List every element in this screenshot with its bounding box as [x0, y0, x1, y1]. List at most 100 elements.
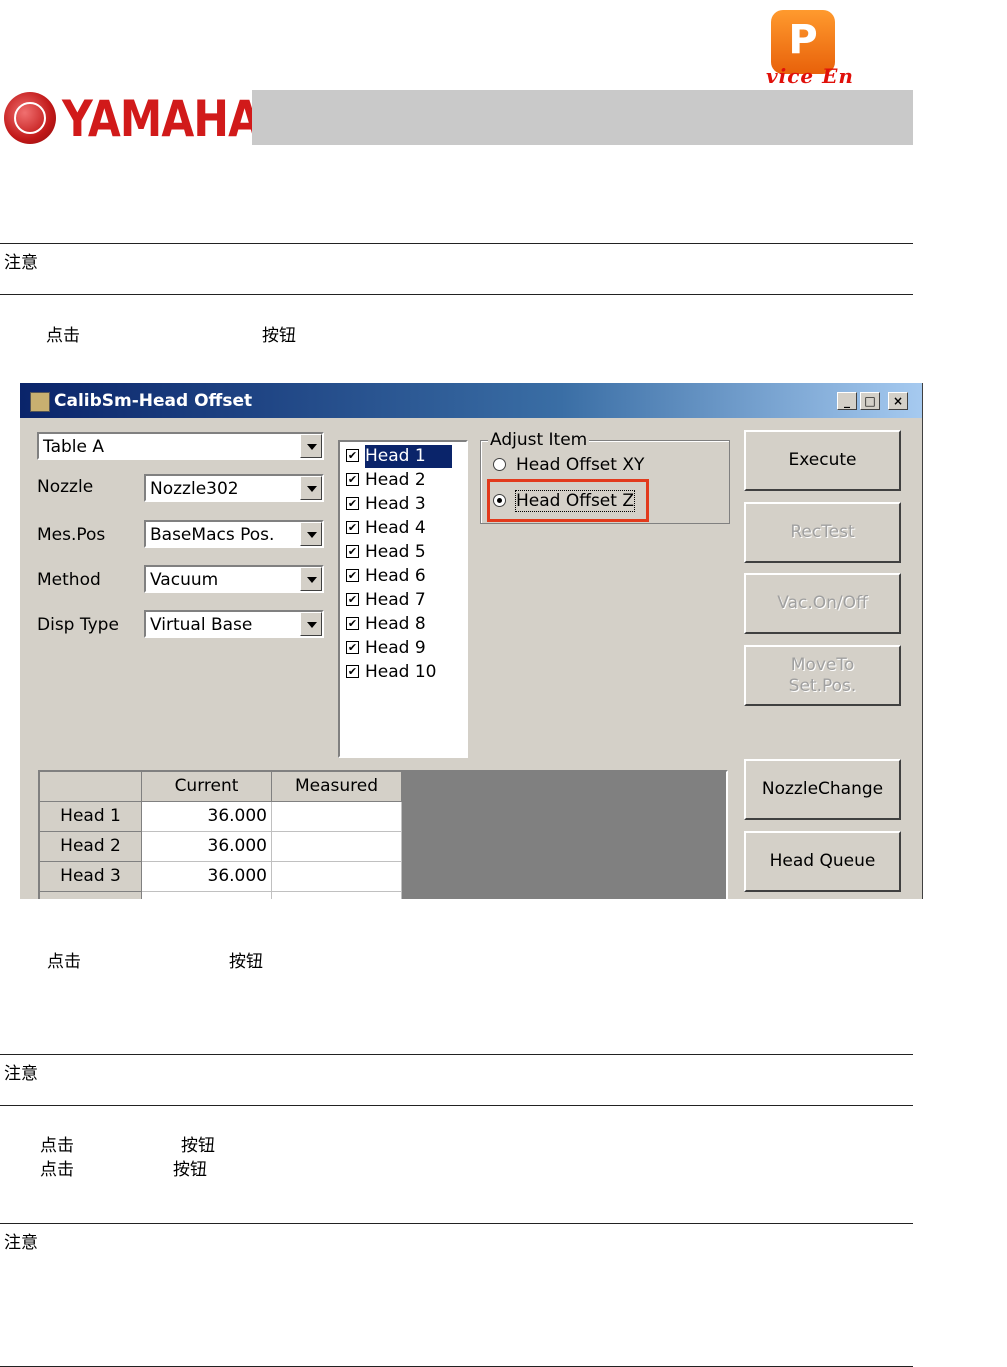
- disp-type-label: Disp Type: [37, 615, 119, 635]
- nozzle-label: Nozzle: [37, 477, 94, 497]
- calib-window: CalibSm-Head Offset _ □ × Table A Nozzle…: [20, 383, 923, 899]
- checkbox-checked-icon[interactable]: ✔: [346, 617, 359, 630]
- head-list-item[interactable]: ✔ Head 8: [343, 613, 467, 636]
- head-list-item[interactable]: ✔ Head 2: [343, 469, 467, 492]
- chevron-down-icon[interactable]: [300, 612, 322, 636]
- table-row-header: [40, 892, 142, 899]
- chevron-down-icon[interactable]: [300, 434, 322, 458]
- checkbox-checked-icon[interactable]: ✔: [346, 521, 359, 534]
- head-list-item[interactable]: ✔ Head 7: [343, 589, 467, 612]
- divider: [0, 243, 913, 244]
- head-label: Head 5: [365, 542, 426, 562]
- method-select[interactable]: Vacuum: [144, 565, 324, 593]
- close-button[interactable]: ×: [888, 392, 908, 410]
- head-list-item[interactable]: ✔ Head 5: [343, 541, 467, 564]
- table-header-measured: Measured: [272, 772, 402, 802]
- table-header-current: Current: [142, 772, 272, 802]
- execute-button[interactable]: Execute: [744, 430, 901, 491]
- maximize-button[interactable]: □: [860, 392, 880, 410]
- note-label: 注意: [4, 1064, 38, 1084]
- head-label: Head 2: [365, 470, 426, 490]
- table-cell-measured[interactable]: [272, 802, 402, 832]
- head-list-item[interactable]: ✔ Head 4: [343, 517, 467, 540]
- head-label: Head 6: [365, 566, 426, 586]
- head-checklist[interactable]: ✔ Head 1 ✔ Head 2 ✔ Head 3 ✔ Head 4 ✔ Head 5 …: [338, 440, 468, 758]
- head-label: Head 8: [365, 614, 426, 634]
- checkbox-checked-icon[interactable]: ✔: [346, 497, 359, 510]
- disp-type-select[interactable]: Virtual Base: [144, 610, 324, 638]
- step-text: 点击: [46, 326, 80, 346]
- offset-table[interactable]: Current Measured Head 1 36.000 Head 2 36…: [38, 770, 728, 899]
- badge-caption: vice En: [766, 64, 854, 88]
- head-queue-button[interactable]: Head Queue: [744, 831, 901, 892]
- step-text: 按钮: [181, 1136, 215, 1156]
- table-cell-current[interactable]: 36.000: [142, 862, 272, 892]
- yamaha-emblem-icon: [4, 92, 56, 144]
- table-row-header: Head 3: [40, 862, 142, 892]
- window-titlebar: CalibSm-Head Offset _ □ ×: [20, 383, 922, 418]
- nozzle-change-button[interactable]: NozzleChange: [744, 759, 901, 820]
- chevron-down-icon[interactable]: [300, 476, 322, 500]
- head-label: Head 7: [365, 590, 426, 610]
- head-label: Head 1: [365, 445, 452, 468]
- head-list-item[interactable]: ✔ Head 6: [343, 565, 467, 588]
- table-select[interactable]: Table A: [37, 432, 324, 460]
- head-list-item[interactable]: ✔ Head 1: [343, 445, 467, 468]
- header-bar: [252, 90, 913, 145]
- highlight-box: [487, 479, 649, 522]
- step-text: 点击: [47, 952, 81, 972]
- note-label: 注意: [4, 253, 38, 273]
- head-label: Head 9: [365, 638, 426, 658]
- checkbox-checked-icon[interactable]: ✔: [346, 473, 359, 486]
- chevron-down-icon[interactable]: [300, 567, 322, 591]
- table-row-header: Head 1: [40, 802, 142, 832]
- table-select-value: Table A: [43, 437, 104, 457]
- table-cell-current[interactable]: 36.000: [142, 832, 272, 862]
- mes-pos-value: BaseMacs Pos.: [150, 525, 275, 545]
- window-title: CalibSm-Head Offset: [54, 391, 253, 411]
- disp-type-value: Virtual Base: [150, 615, 253, 635]
- checkbox-checked-icon[interactable]: ✔: [346, 449, 359, 462]
- move-to-set-pos-button[interactable]: MoveTo Set.Pos.: [744, 645, 901, 706]
- step-text: 按钮: [229, 952, 263, 972]
- head-label: Head 3: [365, 494, 426, 514]
- head-list-item[interactable]: ✔ Head 3: [343, 493, 467, 516]
- divider: [0, 1054, 913, 1055]
- head-label: Head 10: [365, 662, 437, 682]
- divider: [0, 1105, 913, 1106]
- app-icon: [30, 392, 50, 412]
- table-cell-measured[interactable]: [272, 892, 402, 899]
- vac-on-off-button[interactable]: Vac.On/Off: [744, 573, 901, 634]
- rectest-button[interactable]: RecTest: [744, 502, 901, 563]
- method-label: Method: [37, 570, 101, 590]
- note-label: 注意: [4, 1233, 38, 1253]
- head-list-item[interactable]: ✔ Head 9: [343, 637, 467, 660]
- chevron-down-icon[interactable]: [300, 522, 322, 546]
- head-list-item[interactable]: ✔ Head 10: [343, 661, 467, 684]
- table-cell-measured[interactable]: [272, 862, 402, 892]
- brand-logo: YAMAHA: [62, 90, 261, 148]
- divider: [0, 1223, 913, 1224]
- step-text: 按钮: [173, 1160, 207, 1180]
- checkbox-checked-icon[interactable]: ✔: [346, 569, 359, 582]
- table-cell-measured[interactable]: [272, 832, 402, 862]
- method-value: Vacuum: [150, 570, 219, 590]
- table-cell-current[interactable]: [142, 892, 272, 899]
- minimize-button[interactable]: _: [837, 392, 857, 410]
- checkbox-checked-icon[interactable]: ✔: [346, 593, 359, 606]
- table-cell-current[interactable]: 36.000: [142, 802, 272, 832]
- mes-pos-select[interactable]: BaseMacs Pos.: [144, 520, 324, 548]
- checkbox-checked-icon[interactable]: ✔: [346, 545, 359, 558]
- nozzle-select[interactable]: Nozzle302: [144, 474, 324, 502]
- badge-letter: P: [788, 17, 818, 63]
- mes-pos-label: Mes.Pos: [37, 525, 106, 545]
- step-text: 按钮: [262, 326, 296, 346]
- checkbox-checked-icon[interactable]: ✔: [346, 665, 359, 678]
- radio-head-offset-xy[interactable]: [493, 458, 506, 471]
- head-offset-xy-label[interactable]: Head Offset XY: [516, 455, 644, 475]
- step-text: 点击: [40, 1160, 74, 1180]
- table-row-header: Head 2: [40, 832, 142, 862]
- checkbox-checked-icon[interactable]: ✔: [346, 641, 359, 654]
- table-header-corner: [40, 772, 142, 802]
- divider: [0, 294, 913, 295]
